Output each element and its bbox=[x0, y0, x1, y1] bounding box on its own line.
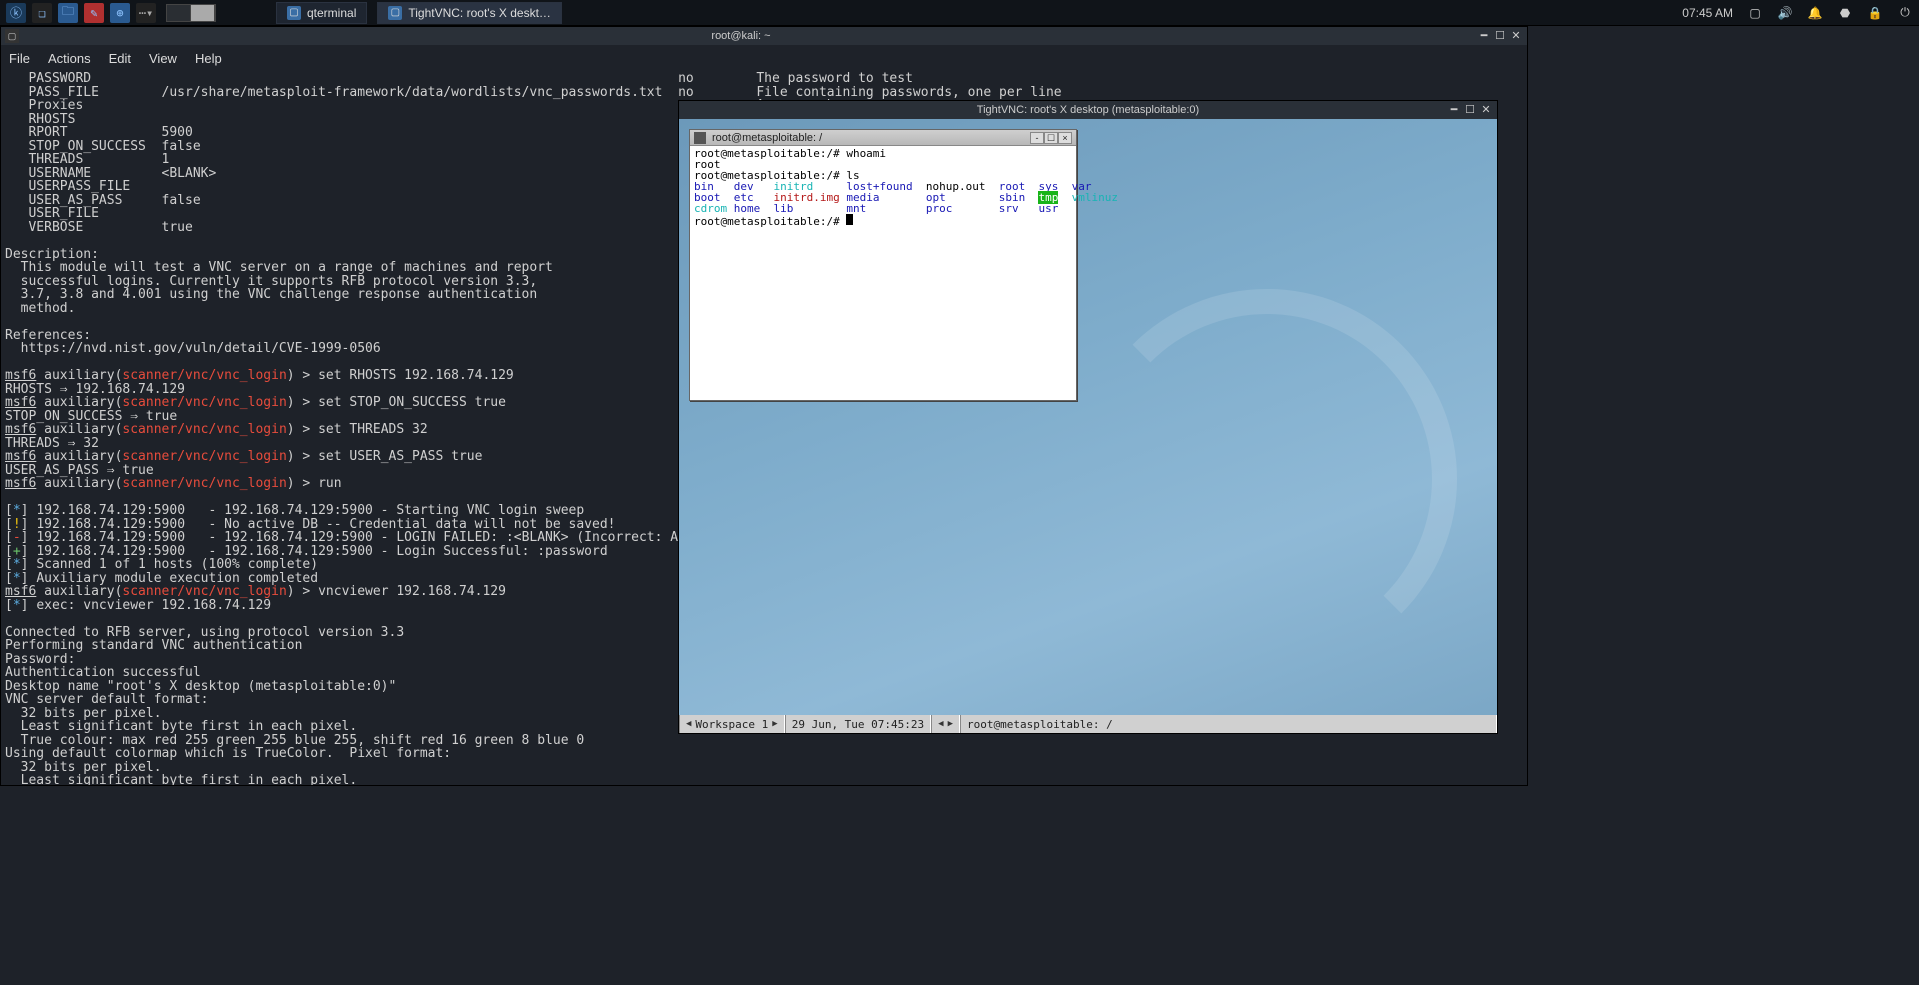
vnc-titlebar[interactable]: TightVNC: root's X desktop (metasploitab… bbox=[679, 101, 1497, 119]
task-tightvnc[interactable]: ▢ TightVNC: root's X deskt… bbox=[377, 2, 562, 24]
workspace-switcher[interactable] bbox=[166, 4, 216, 22]
window-title: TightVNC: root's X desktop (metasploitab… bbox=[683, 104, 1493, 116]
power-icon[interactable]: ⏻ bbox=[1897, 5, 1913, 20]
maximize-button[interactable]: ☐ bbox=[1044, 132, 1058, 144]
display-icon[interactable]: ▢ bbox=[1747, 6, 1763, 20]
vnc-icon: ▢ bbox=[388, 6, 402, 20]
system-tray: 07:45 AM ▢ 🔊 🔔 ⬣ 🔒 ⏻ bbox=[1682, 5, 1913, 20]
xterm-window[interactable]: root@metasploitable: / - ☐ × root@metasp… bbox=[689, 129, 1077, 401]
debian-swirl-decoration bbox=[1077, 289, 1457, 669]
close-button[interactable]: ✕ bbox=[1509, 29, 1523, 43]
volume-icon[interactable]: 🔊 bbox=[1777, 6, 1793, 20]
clock[interactable]: 07:45 AM bbox=[1682, 6, 1733, 20]
top-panel: ⓚ ❏ 🗀 ✎ ⊕ ⋯▾ ▢ qterminal ▢ TightVNC: root'… bbox=[0, 0, 1919, 26]
vnc-inner-taskbar[interactable]: ◀Workspace 1▶ 29 Jun, Tue 07:45:23 ◀▶ ro… bbox=[679, 715, 1497, 733]
notification-icon[interactable]: 🔔 bbox=[1807, 6, 1823, 20]
menu-help[interactable]: Help bbox=[195, 51, 222, 66]
vnc-window: TightVNC: root's X desktop (metasploitab… bbox=[678, 100, 1498, 734]
menu-file[interactable]: File bbox=[9, 51, 30, 66]
maximize-button[interactable]: ☐ bbox=[1493, 29, 1507, 43]
task-qterminal[interactable]: ▢ qterminal bbox=[276, 2, 367, 24]
close-button[interactable]: × bbox=[1058, 132, 1072, 144]
window-title: root@kali: ~ bbox=[5, 30, 1477, 42]
menu-edit[interactable]: Edit bbox=[109, 51, 131, 66]
taskbar: ▢ qterminal ▢ TightVNC: root's X deskt… bbox=[276, 2, 562, 24]
network-icon[interactable]: ⬣ bbox=[1837, 6, 1853, 20]
maximize-button[interactable]: ☐ bbox=[1463, 103, 1477, 117]
minimize-button[interactable]: - bbox=[1030, 132, 1044, 144]
taskbar-clock: 29 Jun, Tue 07:45:23 bbox=[792, 718, 924, 731]
menu-actions[interactable]: Actions bbox=[48, 51, 91, 66]
editor-icon[interactable]: ✎ bbox=[84, 3, 104, 23]
files-icon[interactable]: 🗀 bbox=[58, 3, 78, 23]
minimize-button[interactable]: ━ bbox=[1477, 29, 1491, 43]
close-button[interactable]: ✕ bbox=[1479, 103, 1493, 117]
task-label: qterminal bbox=[307, 6, 356, 20]
xterm-output[interactable]: root@metasploitable:/# whoamirootroot@me… bbox=[690, 146, 1076, 400]
terminal-icon: ▢ bbox=[287, 6, 301, 20]
launcher-icons: ⓚ ❏ 🗀 ✎ ⊕ ⋯▾ bbox=[6, 3, 156, 23]
xterm-title: root@metasploitable: / bbox=[712, 132, 822, 144]
vnc-desktop[interactable]: root@metasploitable: / - ☐ × root@metasp… bbox=[679, 119, 1497, 733]
xterm-titlebar[interactable]: root@metasploitable: / - ☐ × bbox=[690, 130, 1076, 146]
terminal-titlebar[interactable]: ▢ root@kali: ~ ━ ☐ ✕ bbox=[1, 27, 1527, 45]
browser-icon[interactable]: ⊕ bbox=[110, 3, 130, 23]
minimize-button[interactable]: ━ bbox=[1447, 103, 1461, 117]
terminal-menubar: File Actions Edit View Help bbox=[1, 45, 1527, 72]
lock-icon[interactable]: 🔒 bbox=[1867, 6, 1883, 20]
kali-icon[interactable]: ⓚ bbox=[6, 3, 26, 23]
task-label: TightVNC: root's X deskt… bbox=[408, 6, 551, 20]
terminal-icon[interactable]: ❏ bbox=[32, 3, 52, 23]
taskbar-app[interactable]: root@metasploitable: / bbox=[967, 718, 1113, 731]
menu-view[interactable]: View bbox=[149, 51, 177, 66]
xterm-icon bbox=[694, 132, 706, 144]
workspace-label[interactable]: Workspace 1 bbox=[695, 718, 768, 731]
apps-icon[interactable]: ⋯▾ bbox=[136, 3, 156, 23]
